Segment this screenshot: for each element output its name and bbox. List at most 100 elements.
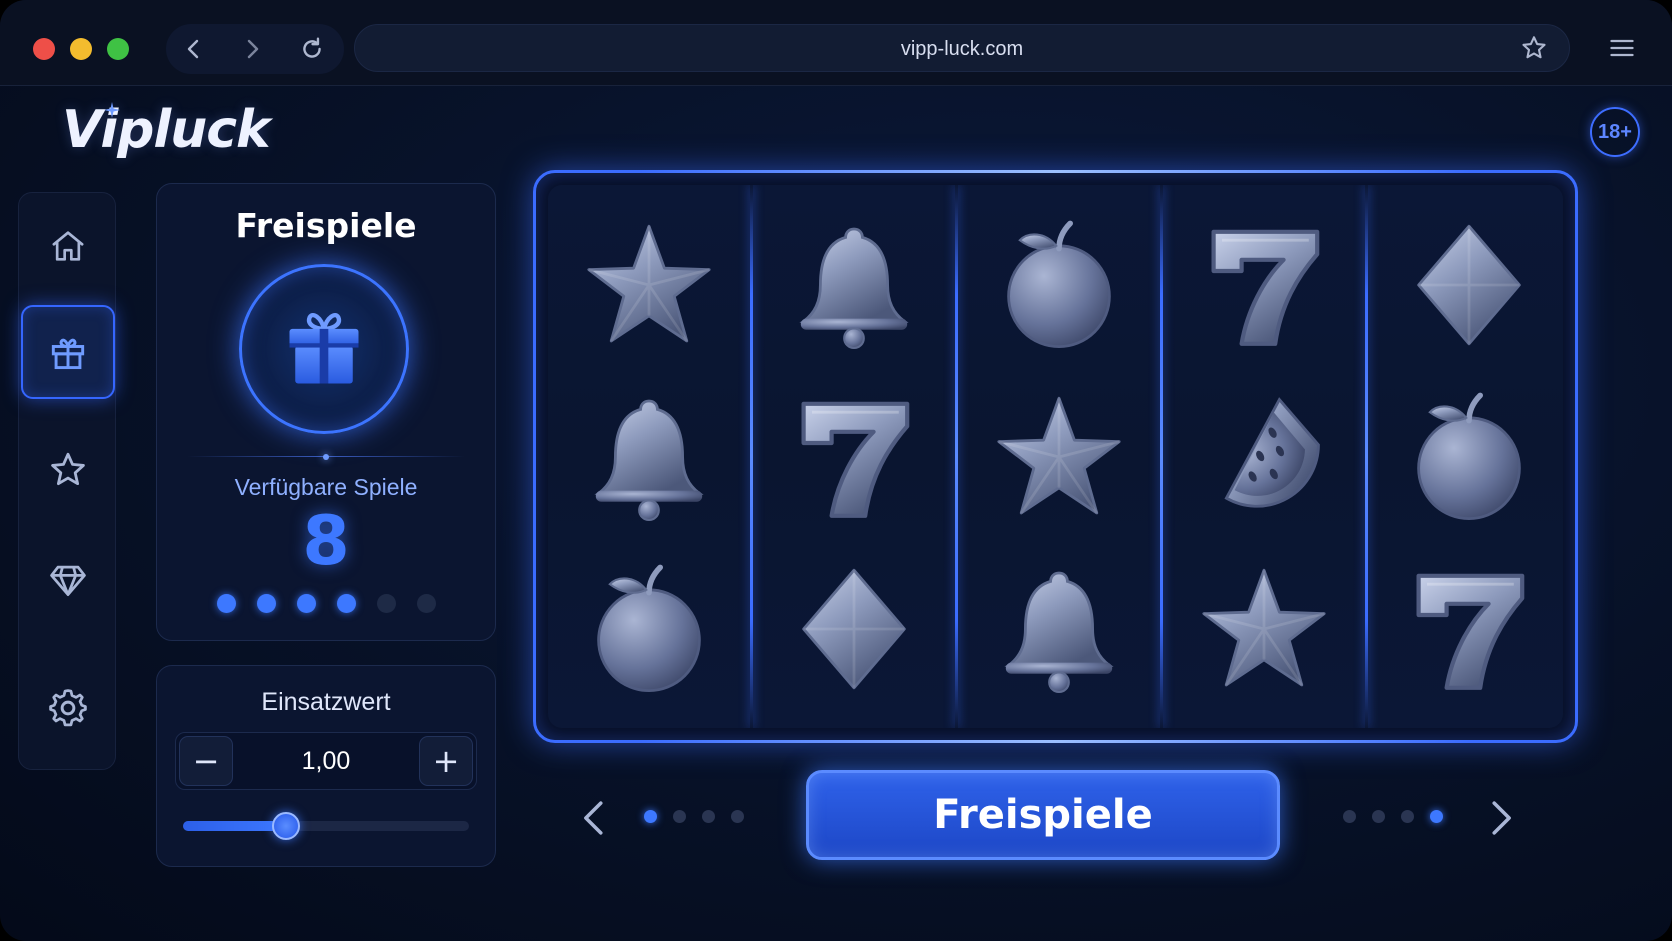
page-dot[interactable] [1430, 810, 1443, 823]
browser-toolbar: vipp-luck.com [0, 0, 1672, 86]
sidebar-nav [18, 192, 116, 770]
minimize-window-button[interactable] [70, 38, 92, 60]
apple-icon [1007, 220, 1111, 348]
page-dot[interactable] [673, 810, 686, 823]
bet-slider-track[interactable] [183, 812, 469, 840]
slot-symbol-apple [1368, 371, 1563, 543]
page-dot[interactable] [1401, 810, 1414, 823]
freespins-panel: Freispiele Verfügbare Spiele 8 [156, 183, 496, 641]
star-icon [997, 396, 1121, 515]
slot-symbol-seven [753, 371, 955, 543]
apple-icon [1417, 392, 1521, 520]
slot-reel [548, 185, 750, 728]
forward-button[interactable] [238, 35, 266, 63]
slot-symbol-bell [958, 543, 1160, 715]
bookmark-star-icon [1522, 36, 1546, 59]
star-icon [1202, 568, 1326, 687]
slot-symbol-apple [958, 199, 1160, 371]
bell-icon [594, 399, 704, 522]
chevron-left-icon [187, 39, 199, 59]
slot-symbol-star [548, 199, 750, 371]
freespins-spin-button[interactable]: Freispiele [806, 770, 1280, 860]
star-icon [51, 452, 85, 486]
diamond-icon [1417, 224, 1521, 346]
apple-icon [597, 564, 701, 692]
slot-reels [548, 185, 1563, 728]
back-button[interactable] [180, 35, 208, 63]
previous-page-button[interactable] [577, 798, 611, 838]
reload-button[interactable] [298, 35, 326, 63]
progress-pip [417, 594, 436, 613]
chevron-right-icon [1492, 801, 1511, 835]
page-dot[interactable] [1372, 810, 1385, 823]
bell-icon [799, 227, 909, 350]
sparkle-icon [104, 102, 120, 118]
bookmark-button[interactable] [1520, 34, 1548, 62]
bet-value[interactable]: 1,00 [236, 747, 416, 776]
bet-stepper: − 1,00 + [175, 732, 477, 790]
slot-symbol-melon [1163, 371, 1365, 543]
star-icon [587, 224, 711, 343]
sidebar-item-gift[interactable] [21, 305, 115, 399]
address-bar[interactable]: vipp-luck.com [354, 24, 1570, 72]
available-games-label: Verfügbare Spiele [234, 474, 418, 500]
game-window: vipp-luck.com Vipluck 18+ Freispiele Ver… [0, 0, 1672, 941]
reload-icon [303, 37, 321, 58]
sidebar-item-vip[interactable] [21, 533, 115, 627]
brand-logo[interactable]: Vipluck [62, 100, 271, 160]
seven-icon [1211, 229, 1320, 346]
slot-reel [753, 185, 955, 728]
sidebar-item-favorites[interactable] [21, 423, 115, 517]
progress-pip [257, 594, 276, 613]
close-window-button[interactable] [33, 38, 55, 60]
seven-icon [1416, 573, 1525, 690]
left-page-dots [644, 810, 744, 824]
slot-reel [1368, 185, 1563, 728]
diamond-icon [802, 568, 906, 690]
freespins-title: Freispiele [235, 206, 417, 245]
hamburger-menu-icon [1610, 39, 1634, 57]
increase-bet-button[interactable]: + [419, 736, 473, 786]
page-dot[interactable] [1343, 810, 1356, 823]
slot-symbol-star [1163, 543, 1365, 715]
page-dot[interactable] [702, 810, 715, 823]
bell-icon [1004, 571, 1114, 694]
home-icon [52, 231, 84, 261]
slot-symbol-apple [548, 543, 750, 715]
browser-menu-button[interactable] [1608, 34, 1636, 62]
right-page-dots [1343, 810, 1443, 824]
slot-reel [958, 185, 1160, 728]
seven-icon [801, 401, 910, 518]
slot-symbol-bell [548, 371, 750, 543]
slot-symbol-seven [1368, 543, 1563, 715]
available-games-count: 8 [302, 502, 350, 581]
gear-icon [49, 689, 87, 727]
decrease-bet-button[interactable]: − [179, 736, 233, 786]
bet-panel: Einsatzwert − 1,00 + [156, 665, 496, 867]
page-dot[interactable] [644, 810, 657, 823]
slot-symbol-seven [1163, 199, 1365, 371]
bet-title: Einsatzwert [261, 688, 391, 716]
page-dot[interactable] [731, 810, 744, 823]
url-text: vipp-luck.com [900, 38, 1024, 60]
bet-slider-thumb[interactable] [271, 812, 300, 840]
slot-symbol-diamond [753, 543, 955, 715]
maximize-window-button[interactable] [107, 38, 129, 60]
sidebar-item-home[interactable] [21, 199, 115, 293]
next-page-button[interactable] [1484, 798, 1518, 838]
bet-slider-fill [183, 821, 286, 831]
sidebar-item-settings[interactable] [21, 661, 115, 755]
chevron-right-icon [247, 39, 259, 59]
age-restriction-badge: 18+ [1590, 107, 1640, 157]
slot-reels-frame [533, 170, 1578, 743]
gift-box-icon [289, 313, 359, 384]
slot-symbol-bell [753, 199, 955, 371]
diamond-icon [50, 565, 86, 597]
slot-reel [1163, 185, 1365, 728]
progress-pip [217, 594, 236, 613]
panel-divider [187, 454, 465, 460]
progress-pip [297, 594, 316, 613]
freespins-gift-badge [239, 264, 409, 434]
progress-pip [337, 594, 356, 613]
freespins-progress-pips [217, 594, 437, 614]
